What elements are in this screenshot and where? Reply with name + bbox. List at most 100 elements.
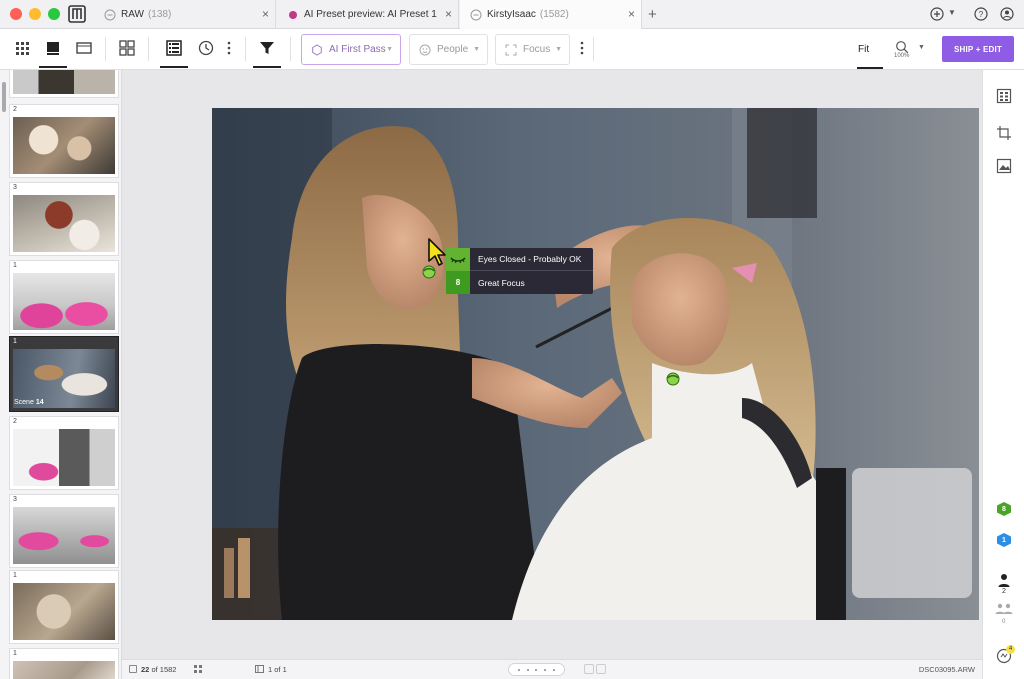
- window-minimize-button[interactable]: [29, 8, 41, 20]
- thumbnail-image: [13, 70, 115, 94]
- group-count: 0: [1002, 619, 1006, 625]
- thumbnail[interactable]: [9, 70, 119, 98]
- info-panel-icon[interactable]: [996, 88, 1012, 104]
- thumbnail[interactable]: 1: [9, 570, 119, 644]
- thumbnail-count: 2: [13, 418, 17, 425]
- focus-icon: [505, 44, 517, 55]
- image-adjust-icon[interactable]: [996, 158, 1012, 174]
- compare-view-icon[interactable]: [75, 39, 93, 57]
- filter-button[interactable]: [253, 39, 281, 68]
- thumbnail-image: [13, 429, 115, 486]
- thumbnail[interactable]: 2: [9, 416, 119, 490]
- tab-raw[interactable]: RAW (138) ×: [94, 0, 276, 29]
- ship-edit-button[interactable]: SHIP + EDIT: [942, 36, 1014, 62]
- thumbnail-count: 3: [13, 184, 17, 191]
- person-icon[interactable]: [997, 573, 1011, 587]
- face-marker-icon[interactable]: [666, 372, 680, 386]
- filter-label: Focus: [523, 44, 551, 55]
- thumbnail-image: [13, 583, 115, 640]
- thumbnail-count: 3: [13, 496, 17, 503]
- loupe-view-icon: [47, 42, 59, 55]
- tab-count: (1582): [539, 9, 569, 20]
- next-button[interactable]: [596, 664, 606, 674]
- closed-eye-icon: [450, 257, 466, 264]
- tab-label: RAW: [121, 9, 144, 20]
- new-tab-button[interactable]: +: [648, 6, 657, 23]
- account-icon[interactable]: [1000, 7, 1014, 21]
- eyes-closed-label: Eyes Closed - Probably OK: [478, 254, 582, 264]
- tab-ai-preset[interactable]: AI Preset preview: AI Preset 1 ×: [277, 0, 459, 29]
- grid-view-icon[interactable]: [14, 39, 32, 57]
- toolbar-divider: [148, 37, 149, 61]
- chevron-down-icon: ▼: [555, 46, 562, 53]
- prev-button[interactable]: [584, 664, 594, 674]
- close-icon[interactable]: ×: [628, 7, 635, 21]
- fit-zoom-button[interactable]: Fit: [858, 44, 869, 55]
- close-icon[interactable]: ×: [445, 7, 452, 21]
- toolbar-divider: [245, 37, 246, 61]
- preset-icon: [289, 10, 297, 19]
- file-name: DSC03095.ARW: [918, 665, 975, 674]
- chevron-down-icon[interactable]: ▼: [948, 8, 956, 17]
- folder-icon: [104, 9, 116, 20]
- filmstrip: 2 3 1 1 Scene 14 2 3 1 1: [0, 70, 122, 679]
- more-filters-icon[interactable]: [577, 39, 587, 57]
- zoom-icon[interactable]: [895, 40, 909, 54]
- chevron-down-icon[interactable]: ▼: [918, 44, 925, 51]
- filter-label: People: [437, 44, 469, 55]
- svg-text:?: ?: [979, 10, 984, 19]
- focus-label: Great Focus: [478, 278, 525, 288]
- window-close-button[interactable]: [10, 8, 22, 20]
- loupe-view-button[interactable]: [39, 39, 67, 68]
- add-circle-icon[interactable]: [930, 7, 944, 21]
- survey-view-icon[interactable]: [118, 39, 136, 57]
- thumbnail[interactable]: 3: [9, 182, 119, 256]
- group-icon[interactable]: [995, 603, 1013, 615]
- thumbnail[interactable]: 1: [9, 260, 119, 334]
- thumbnail[interactable]: 1: [9, 648, 119, 679]
- folder-icon: [470, 9, 482, 20]
- tab-label: KirstyIsaac: [487, 9, 536, 20]
- main-photo[interactable]: [212, 108, 979, 620]
- filter-focus[interactable]: Focus ▼: [495, 34, 570, 65]
- chevron-down-icon: ▼: [473, 46, 480, 53]
- thumbnail-image: [13, 507, 115, 564]
- thumbnail-image: [13, 273, 115, 330]
- app-logo-icon: [68, 5, 86, 23]
- thumbnail-image: [13, 661, 115, 679]
- toolbar-divider: [593, 37, 594, 61]
- grid-small-icon[interactable]: [194, 665, 202, 673]
- crop-icon[interactable]: [996, 125, 1012, 141]
- list-view-icon: [166, 40, 182, 56]
- thumbnail[interactable]: 2: [9, 104, 119, 178]
- focus-count-badge[interactable]: 8: [997, 502, 1011, 516]
- chevron-down-icon: ▼: [386, 46, 393, 53]
- select-checkbox[interactable]: [129, 665, 137, 673]
- thumbnail-count: 2: [13, 106, 17, 113]
- scene-count-badge[interactable]: 1: [997, 533, 1011, 547]
- close-icon[interactable]: ×: [262, 7, 269, 21]
- face-marker-icon[interactable]: [422, 265, 436, 279]
- focus-score-badge: 8: [446, 271, 470, 294]
- pagination-dots[interactable]: [508, 663, 565, 676]
- window-maximize-button[interactable]: [48, 8, 60, 20]
- thumbnail-count: 1: [13, 650, 17, 657]
- tab-kirstyisaac[interactable]: KirstyIsaac (1582) ×: [460, 0, 642, 29]
- toolbar: AI First Pass ▼ People ▼ Focus ▼ Fit ▼: [0, 29, 1024, 70]
- list-view-button[interactable]: [160, 39, 188, 68]
- thumbnail-count: 1: [13, 572, 17, 579]
- filter-ai-first-pass[interactable]: AI First Pass ▼: [301, 34, 401, 65]
- more-options-icon[interactable]: [224, 39, 234, 57]
- mouse-cursor-icon: [428, 238, 446, 266]
- filmstrip-scrollbar[interactable]: [2, 82, 6, 112]
- fit-active-indicator: [857, 67, 883, 69]
- toolbar-divider: [290, 37, 291, 61]
- filter-people[interactable]: People ▼: [409, 34, 488, 65]
- thumbnail-image: [13, 117, 115, 174]
- history-icon[interactable]: [197, 39, 215, 57]
- thumbnail-selected[interactable]: 1 Scene 14: [9, 336, 119, 412]
- thumbnail[interactable]: 3: [9, 494, 119, 568]
- photo-render: [212, 108, 979, 620]
- help-icon[interactable]: ?: [974, 7, 988, 21]
- filter-funnel-icon: [260, 42, 274, 54]
